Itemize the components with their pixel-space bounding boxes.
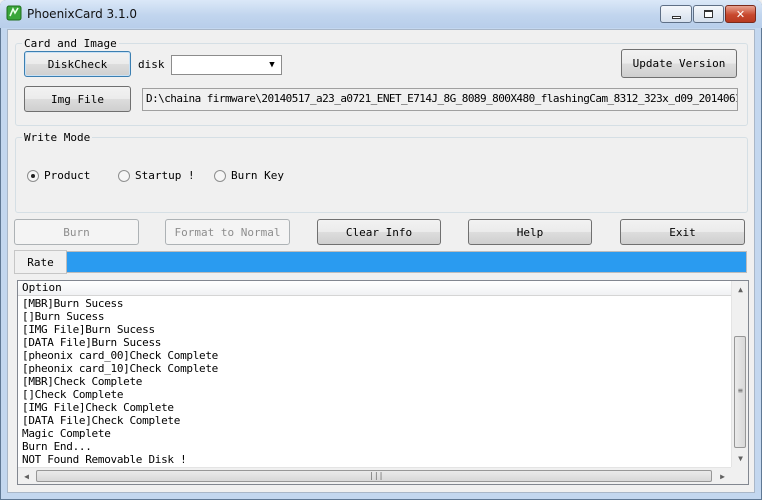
- maximize-button[interactable]: [693, 5, 724, 23]
- rate-label-box: Rate: [14, 250, 67, 274]
- diskcheck-button[interactable]: DiskCheck: [24, 51, 131, 77]
- log-list[interactable]: Option [MBR]Burn Sucess []Burn Sucess [IMG…: [17, 280, 749, 485]
- close-button[interactable]: ✕: [725, 5, 756, 23]
- log-line: [pheonix card_10]Check Complete: [22, 362, 218, 375]
- help-button[interactable]: Help: [468, 219, 592, 245]
- minimize-icon: [671, 15, 681, 19]
- radio-indicator[interactable]: [214, 169, 226, 182]
- grip-icon: |||: [369, 471, 384, 480]
- rate-label: Rate: [27, 255, 54, 269]
- scroll-left-icon[interactable]: ◀: [18, 468, 35, 484]
- log-line: []Check Complete: [22, 388, 124, 401]
- minimize-button[interactable]: [660, 5, 692, 23]
- radio-burn-key-label: Burn Key: [231, 169, 284, 182]
- clear-info-button[interactable]: Clear Info: [317, 219, 441, 245]
- scroll-down-icon[interactable]: ▼: [732, 450, 748, 467]
- scroll-right-icon[interactable]: ▶: [714, 468, 731, 484]
- radio-indicator[interactable]: [27, 169, 39, 182]
- update-version-button[interactable]: Update Version: [621, 49, 737, 78]
- img-file-button[interactable]: Img File: [24, 86, 131, 112]
- dropdown-arrow-icon[interactable]: ▼: [264, 57, 280, 73]
- close-icon: ✕: [735, 7, 746, 21]
- radio-burn-key[interactable]: Burn Key: [214, 169, 284, 182]
- rate-progress-fill: [67, 252, 746, 272]
- write-mode-label: Write Mode: [22, 131, 93, 144]
- log-column-header[interactable]: Option: [18, 281, 734, 296]
- log-vertical-scrollbar[interactable]: ▲ ≡ ▼: [731, 281, 748, 467]
- exit-button[interactable]: Exit: [620, 219, 745, 245]
- card-and-image-label: Card and Image: [22, 37, 119, 50]
- format-to-normal-button[interactable]: Format to Normal: [165, 219, 290, 245]
- img-file-path[interactable]: D:\chaina firmware\20140517_a23_a0721_EN…: [142, 88, 738, 111]
- maximize-icon: [704, 10, 713, 18]
- scroll-up-icon[interactable]: ▲: [732, 281, 748, 298]
- log-line: NOT Found Removable Disk !: [22, 453, 187, 466]
- log-lines: [MBR]Burn Sucess []Burn Sucess [IMG File]B…: [22, 297, 734, 466]
- log-vertical-scroll-thumb[interactable]: ≡: [734, 336, 746, 448]
- log-line: [DATA File]Burn Sucess: [22, 336, 162, 349]
- log-line: [IMG File]Check Complete: [22, 401, 174, 414]
- radio-indicator[interactable]: [118, 169, 130, 182]
- client-area: Card and Image DiskCheck disk ▼ Update V…: [7, 29, 755, 493]
- scrollbar-corner: [731, 467, 748, 484]
- window-title: PhoenixCard 3.1.0: [27, 7, 138, 21]
- log-line: Burn End...: [22, 440, 92, 453]
- radio-product-label: Product: [44, 169, 91, 182]
- log-line: []Burn Sucess: [22, 310, 105, 323]
- log-line: [DATA File]Check Complete: [22, 414, 181, 427]
- phoenixcard-app-icon: [6, 5, 22, 21]
- log-horizontal-scroll-thumb[interactable]: |||: [36, 470, 712, 482]
- burn-button[interactable]: Burn: [14, 219, 139, 245]
- disk-label: disk: [138, 58, 165, 71]
- grip-icon: ≡: [738, 386, 743, 395]
- title-bar[interactable]: PhoenixCard 3.1.0 ✕: [0, 0, 762, 28]
- radio-product[interactable]: Product: [27, 169, 90, 182]
- rate-progress-bar: [66, 251, 747, 273]
- log-line: [IMG File]Burn Sucess: [22, 323, 155, 336]
- log-line: [MBR]Check Complete: [22, 375, 143, 388]
- log-line: [MBR]Burn Sucess: [22, 297, 124, 310]
- log-horizontal-scrollbar[interactable]: ◀ ||| ▶: [18, 467, 731, 484]
- log-line: [pheonix card_00]Check Complete: [22, 349, 218, 362]
- radio-startup-label: Startup !: [135, 169, 195, 182]
- disk-select[interactable]: ▼: [171, 55, 282, 75]
- radio-startup[interactable]: Startup !: [118, 169, 195, 182]
- log-line: Magic Complete: [22, 427, 111, 440]
